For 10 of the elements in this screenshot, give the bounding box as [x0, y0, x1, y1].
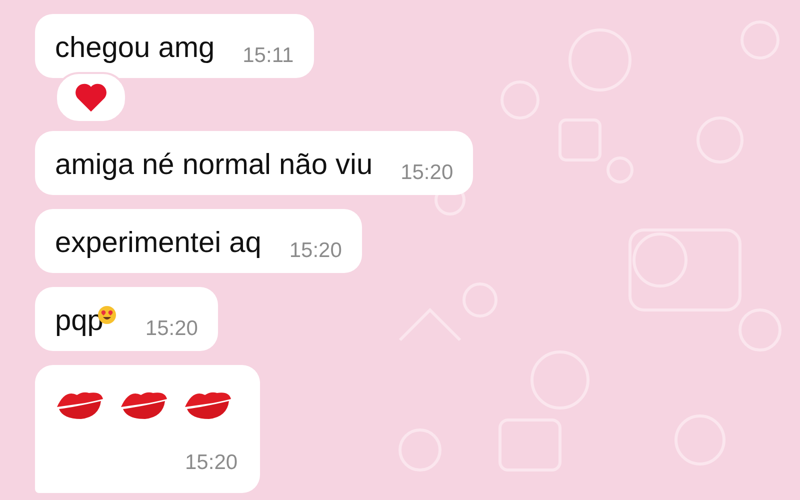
- message-time: 15:20: [145, 317, 198, 341]
- message-text: experimentei aq: [55, 226, 262, 261]
- message-time: 15:20: [400, 161, 454, 185]
- message-text: amiga né normal não viu: [55, 148, 373, 183]
- message-time: 15:20: [289, 239, 342, 263]
- message-text: chegou amg: [55, 31, 215, 66]
- message-text: pqp: [55, 304, 104, 339]
- message-time: 15:20: [185, 451, 238, 475]
- message-time: 15:11: [242, 44, 294, 68]
- heart-icon: [74, 82, 108, 113]
